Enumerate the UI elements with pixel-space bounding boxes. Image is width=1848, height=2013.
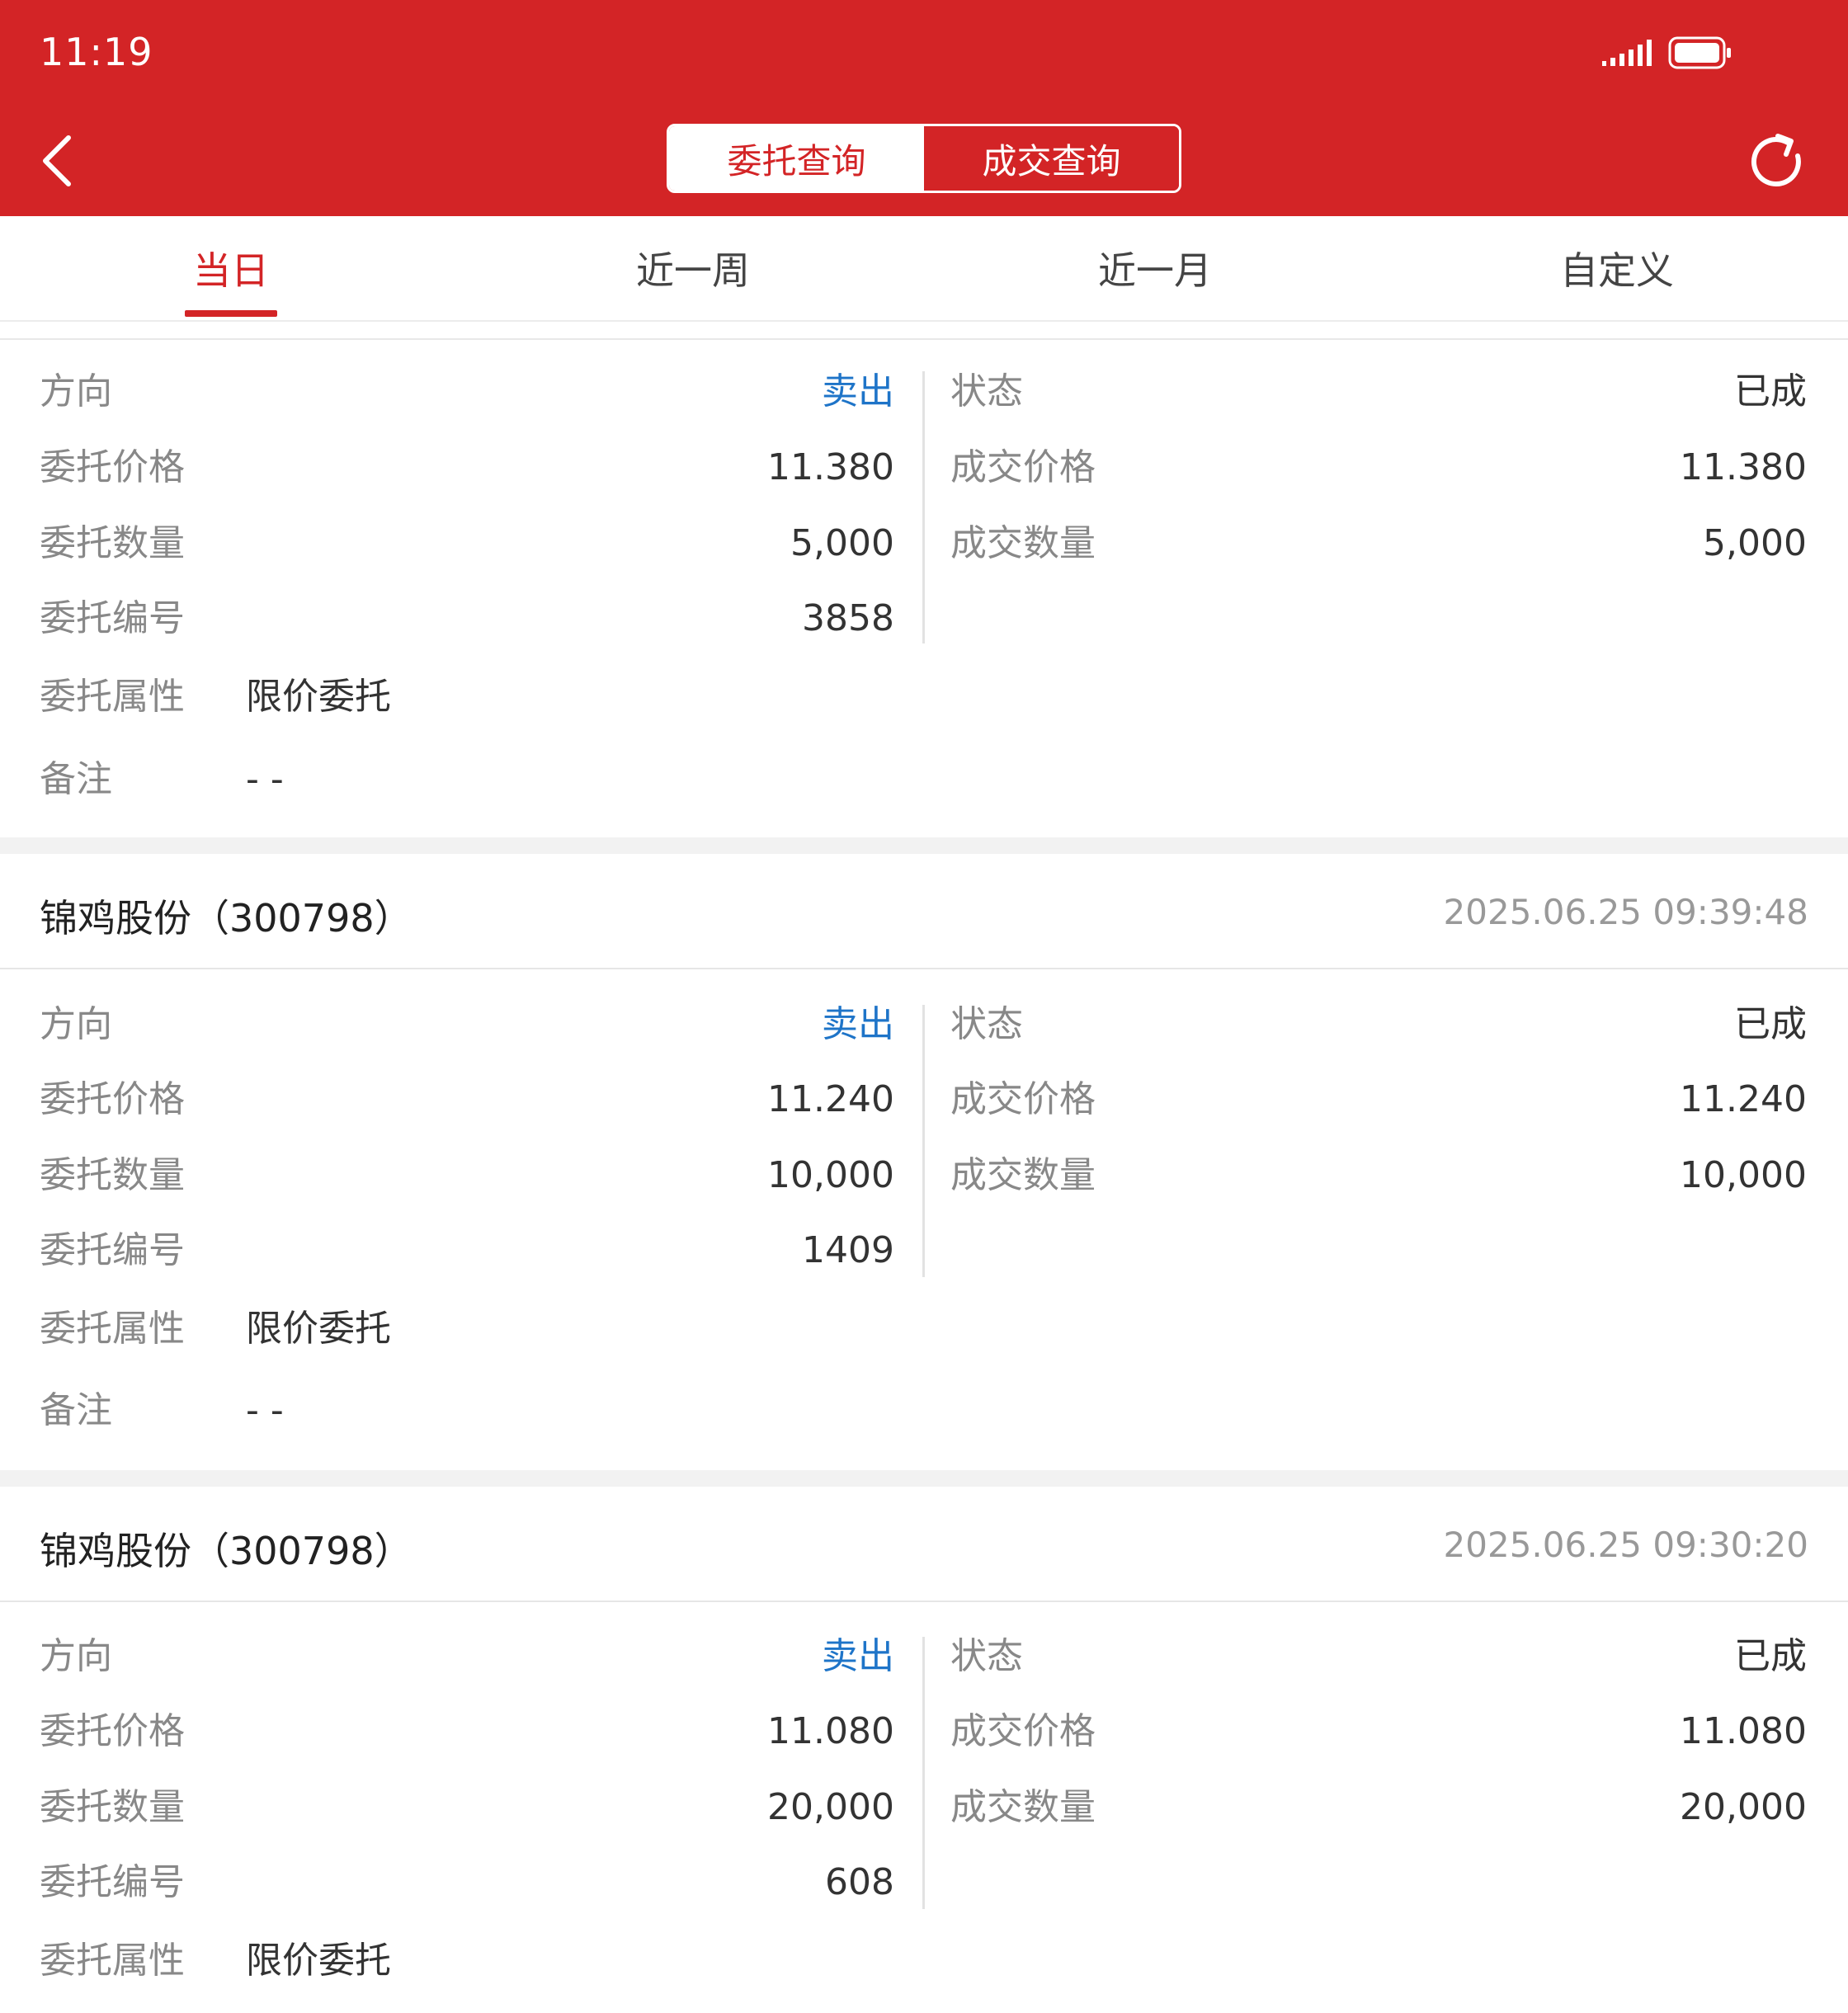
card-separator bbox=[0, 1470, 1848, 1487]
order-price-value: 11.380 bbox=[767, 446, 894, 488]
column-divider bbox=[922, 371, 925, 644]
direction-label: 方向 bbox=[40, 1635, 112, 1677]
status-value: 已成 bbox=[1734, 1003, 1807, 1045]
order-no-value: 3858 bbox=[802, 597, 894, 639]
tab-month[interactable]: 近一月 bbox=[924, 216, 1386, 320]
order-attr-value: 限价委托 bbox=[246, 676, 391, 718]
order-qty-label: 委托数量 bbox=[40, 522, 185, 564]
deal-qty-label: 成交数量 bbox=[950, 1786, 1096, 1828]
order-price-value: 11.080 bbox=[767, 1710, 894, 1752]
status-value: 已成 bbox=[1734, 1635, 1807, 1677]
order-qty-label: 委托数量 bbox=[40, 1786, 185, 1828]
order-no-value: 1409 bbox=[802, 1229, 894, 1271]
stock-name: 锦鸡股份（300798） bbox=[40, 1529, 412, 1573]
battery-icon bbox=[1668, 36, 1731, 69]
order-no-value: 608 bbox=[825, 1861, 894, 1903]
active-tab-indicator bbox=[185, 310, 277, 317]
direction-value: 卖出 bbox=[822, 1635, 894, 1677]
card-header: 锦鸡股份（300798） 2025.06.25 09:39:48 bbox=[0, 854, 1848, 969]
deal-price-value: 11.080 bbox=[1680, 1710, 1807, 1752]
order-attr-value: 限价委托 bbox=[246, 1940, 391, 1982]
deal-price-label: 成交价格 bbox=[950, 446, 1096, 488]
status-label: 状态 bbox=[950, 370, 1023, 412]
order-attr-value: 限价委托 bbox=[246, 1308, 391, 1350]
order-no-label: 委托编号 bbox=[40, 1229, 185, 1271]
deal-price-value: 11.380 bbox=[1680, 446, 1807, 488]
order-price-label: 委托价格 bbox=[40, 1710, 185, 1752]
period-tabs: 当日 近一周 近一月 自定义 bbox=[0, 216, 1848, 322]
order-time: 2025.06.25 09:30:20 bbox=[1443, 1525, 1808, 1565]
remark-value: - - bbox=[246, 1389, 284, 1431]
tab-today[interactable]: 当日 bbox=[0, 216, 462, 320]
back-button[interactable] bbox=[28, 132, 86, 190]
tab-week[interactable]: 近一周 bbox=[462, 216, 924, 320]
list-top-gap bbox=[0, 322, 1848, 340]
direction-value: 卖出 bbox=[822, 370, 894, 412]
query-type-segment: 委托查询 成交查询 bbox=[667, 124, 1181, 193]
deal-qty-label: 成交数量 bbox=[950, 1154, 1096, 1196]
refresh-icon bbox=[1751, 134, 1801, 187]
deal-qty-value: 20,000 bbox=[1680, 1786, 1807, 1828]
order-qty-value: 10,000 bbox=[767, 1154, 894, 1196]
card-header: 锦鸡股份（300798） 2025.06.25 09:30:20 bbox=[0, 1487, 1848, 1602]
order-qty-value: 5,000 bbox=[790, 522, 894, 564]
status-bar: 11:19 bbox=[0, 0, 1848, 107]
order-price-label: 委托价格 bbox=[40, 446, 185, 488]
tab-custom[interactable]: 自定义 bbox=[1386, 216, 1848, 320]
status-label: 状态 bbox=[950, 1635, 1023, 1677]
deal-price-label: 成交价格 bbox=[950, 1710, 1096, 1752]
order-price-label: 委托价格 bbox=[40, 1078, 185, 1120]
direction-label: 方向 bbox=[40, 1003, 112, 1045]
status-value: 已成 bbox=[1734, 370, 1807, 412]
back-arrow-icon bbox=[43, 135, 71, 186]
stock-name: 锦鸡股份（300798） bbox=[40, 896, 412, 940]
tab-deal-query[interactable]: 成交查询 bbox=[924, 126, 1179, 191]
order-time: 2025.06.25 09:39:48 bbox=[1443, 892, 1808, 932]
order-no-label: 委托编号 bbox=[40, 1861, 185, 1903]
signal-icon bbox=[1602, 40, 1652, 66]
remark-value: - - bbox=[246, 758, 284, 800]
column-divider bbox=[922, 1005, 925, 1277]
deal-qty-value: 10,000 bbox=[1680, 1154, 1807, 1196]
tab-order-query[interactable]: 委托查询 bbox=[669, 126, 924, 191]
order-qty-label: 委托数量 bbox=[40, 1154, 185, 1196]
deal-qty-value: 5,000 bbox=[1703, 522, 1807, 564]
order-no-label: 委托编号 bbox=[40, 597, 185, 639]
column-divider bbox=[922, 1637, 925, 1909]
deal-qty-label: 成交数量 bbox=[950, 522, 1096, 564]
deal-price-value: 11.240 bbox=[1680, 1078, 1807, 1120]
card-separator bbox=[0, 837, 1848, 854]
direction-label: 方向 bbox=[40, 370, 112, 412]
nav-bar: 委托查询 成交查询 bbox=[0, 107, 1848, 216]
order-qty-value: 20,000 bbox=[767, 1786, 894, 1828]
refresh-button[interactable] bbox=[1742, 127, 1812, 196]
order-price-value: 11.240 bbox=[767, 1078, 894, 1120]
status-label: 状态 bbox=[950, 1003, 1023, 1045]
direction-value: 卖出 bbox=[822, 1003, 894, 1045]
status-time: 11:19 bbox=[40, 30, 153, 74]
deal-price-label: 成交价格 bbox=[950, 1078, 1096, 1120]
